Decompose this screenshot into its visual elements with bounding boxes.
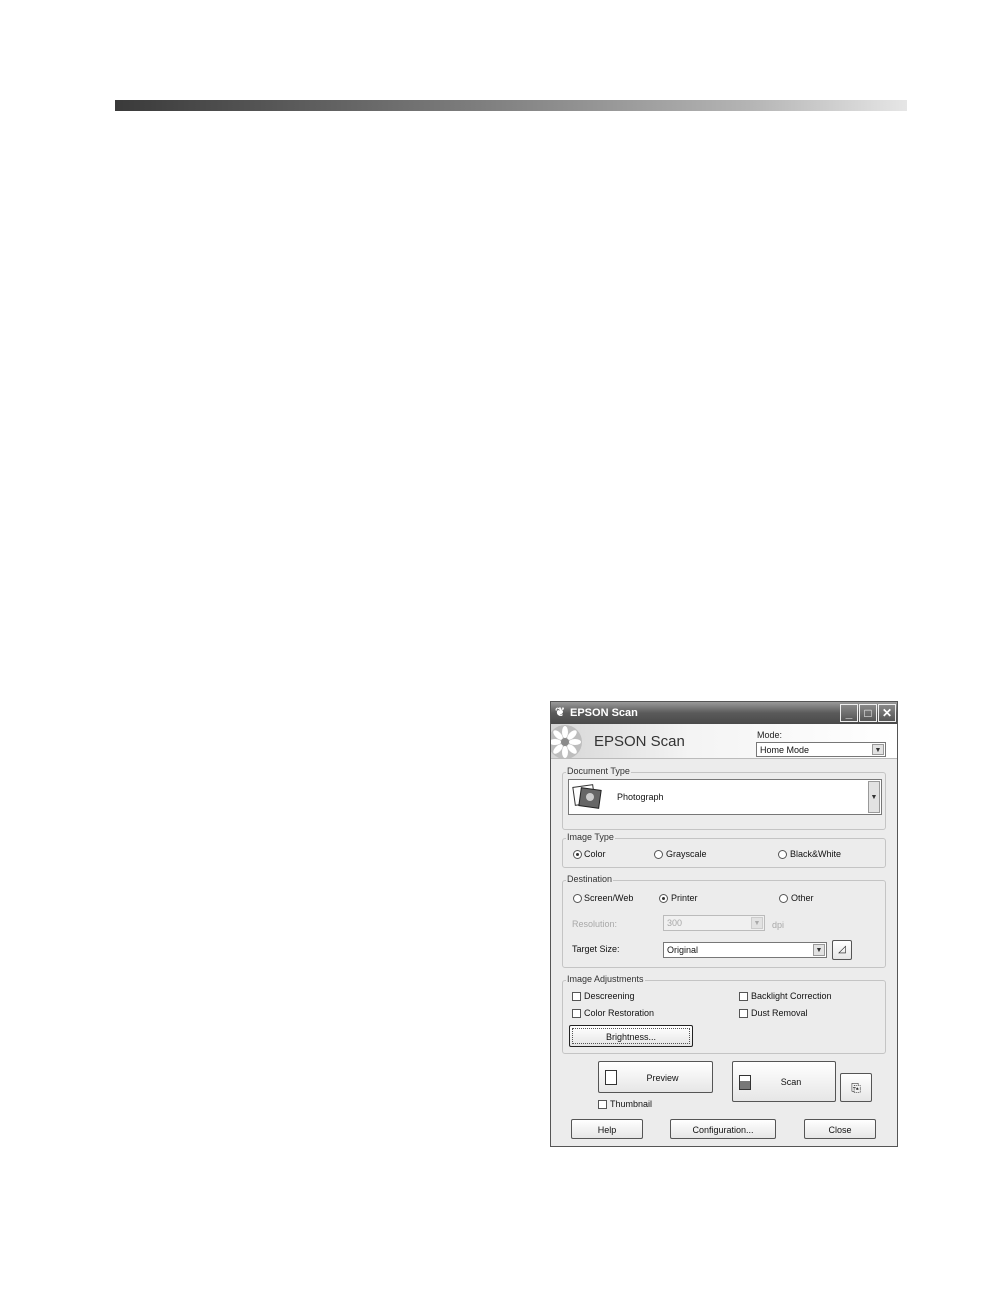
photograph-icon [572, 784, 602, 809]
chevron-down-icon: ▼ [868, 781, 880, 813]
radio-color[interactable] [573, 850, 582, 859]
target-size-select[interactable]: Original ▼ [663, 942, 827, 958]
document-type-value: Photograph [617, 792, 664, 802]
maximize-icon: □ [864, 706, 872, 720]
image-adjustments-label: Image Adjustments [566, 974, 645, 984]
backlight-correction-checkbox[interactable] [739, 992, 748, 1001]
mode-label: Mode: [757, 730, 783, 740]
radio-screen-web[interactable] [573, 894, 582, 903]
destination-label: Destination [566, 874, 614, 884]
radio-color-label: Color [584, 849, 606, 859]
target-size-value: Original [667, 945, 699, 955]
page-header-rule [115, 100, 907, 111]
dust-removal-label: Dust Removal [751, 1008, 808, 1018]
flower-logo-icon [551, 725, 582, 758]
radio-screen-web-label: Screen/Web [584, 893, 634, 903]
configuration-button[interactable]: Configuration... [670, 1119, 776, 1139]
backlight-correction-label: Backlight Correction [751, 991, 832, 1001]
preview-button-label: Preview [646, 1073, 679, 1083]
help-button-label: Help [597, 1125, 617, 1135]
chevron-down-icon: ▼ [872, 744, 884, 755]
preview-button[interactable]: Preview [598, 1061, 713, 1093]
document-type-select[interactable]: Photograph ▼ [568, 779, 882, 815]
title-bar[interactable]: ❦ EPSON Scan _ □ ✕ [551, 702, 897, 724]
resolution-value: 300 [667, 918, 683, 928]
radio-grayscale-label: Grayscale [666, 849, 707, 859]
close-icon: ✕ [881, 706, 893, 720]
minimize-icon: _ [845, 706, 853, 720]
chevron-down-icon: ▼ [813, 944, 825, 956]
help-button[interactable]: Help [571, 1119, 643, 1139]
radio-other-label: Other [791, 893, 814, 903]
ruler-icon: ◿ [838, 944, 846, 955]
thumbnail-label: Thumbnail [610, 1099, 653, 1109]
dust-removal-checkbox[interactable] [739, 1009, 748, 1018]
brightness-button-label: Brightness... [605, 1032, 657, 1042]
file-save-settings-button[interactable]: ⎘ [840, 1073, 872, 1102]
scan-button[interactable]: Scan [732, 1061, 836, 1102]
radio-other[interactable] [779, 894, 788, 903]
chevron-down-icon: ▼ [751, 917, 763, 929]
radio-black-white-label: Black&White [790, 849, 842, 859]
mode-value: Home Mode [760, 745, 810, 755]
radio-black-white[interactable] [778, 850, 787, 859]
scan-button-label: Scan [780, 1077, 802, 1087]
radio-grayscale[interactable] [654, 850, 663, 859]
resolution-label: Resolution: [572, 919, 618, 929]
epson-scan-window: ❦ EPSON Scan _ □ ✕ EPSON Scan Mode: Home… [550, 701, 898, 1147]
target-size-settings-button[interactable]: ◿ [832, 940, 852, 960]
configuration-button-label: Configuration... [692, 1125, 754, 1135]
resolution-select[interactable]: 300 ▼ [663, 915, 765, 931]
image-type-label: Image Type [566, 832, 615, 842]
header-band: EPSON Scan Mode: Home Mode ▼ [551, 724, 897, 759]
document-type-label: Document Type [566, 766, 631, 776]
close-button[interactable]: Close [804, 1119, 876, 1139]
radio-printer[interactable] [659, 894, 668, 903]
minimize-button[interactable]: _ [840, 704, 858, 722]
mode-select[interactable]: Home Mode ▼ [756, 742, 886, 757]
header-title: EPSON Scan [594, 733, 685, 750]
close-window-button[interactable]: ✕ [878, 704, 896, 722]
resolution-unit: dpi [772, 920, 785, 930]
descreening-label: Descreening [584, 991, 635, 1001]
target-size-label: Target Size: [572, 944, 620, 954]
close-button-label: Close [828, 1125, 852, 1135]
color-restoration-checkbox[interactable] [572, 1009, 581, 1018]
radio-printer-label: Printer [671, 893, 698, 903]
scanner-app-icon: ❦ [555, 705, 566, 719]
thumbnail-checkbox[interactable] [598, 1100, 607, 1109]
window-title: EPSON Scan [570, 707, 638, 719]
color-restoration-label: Color Restoration [584, 1008, 655, 1018]
file-save-icon: ⎘ [851, 1081, 861, 1095]
maximize-button[interactable]: □ [859, 704, 877, 722]
brightness-button[interactable]: Brightness... [569, 1025, 693, 1047]
descreening-checkbox[interactable] [572, 992, 581, 1001]
